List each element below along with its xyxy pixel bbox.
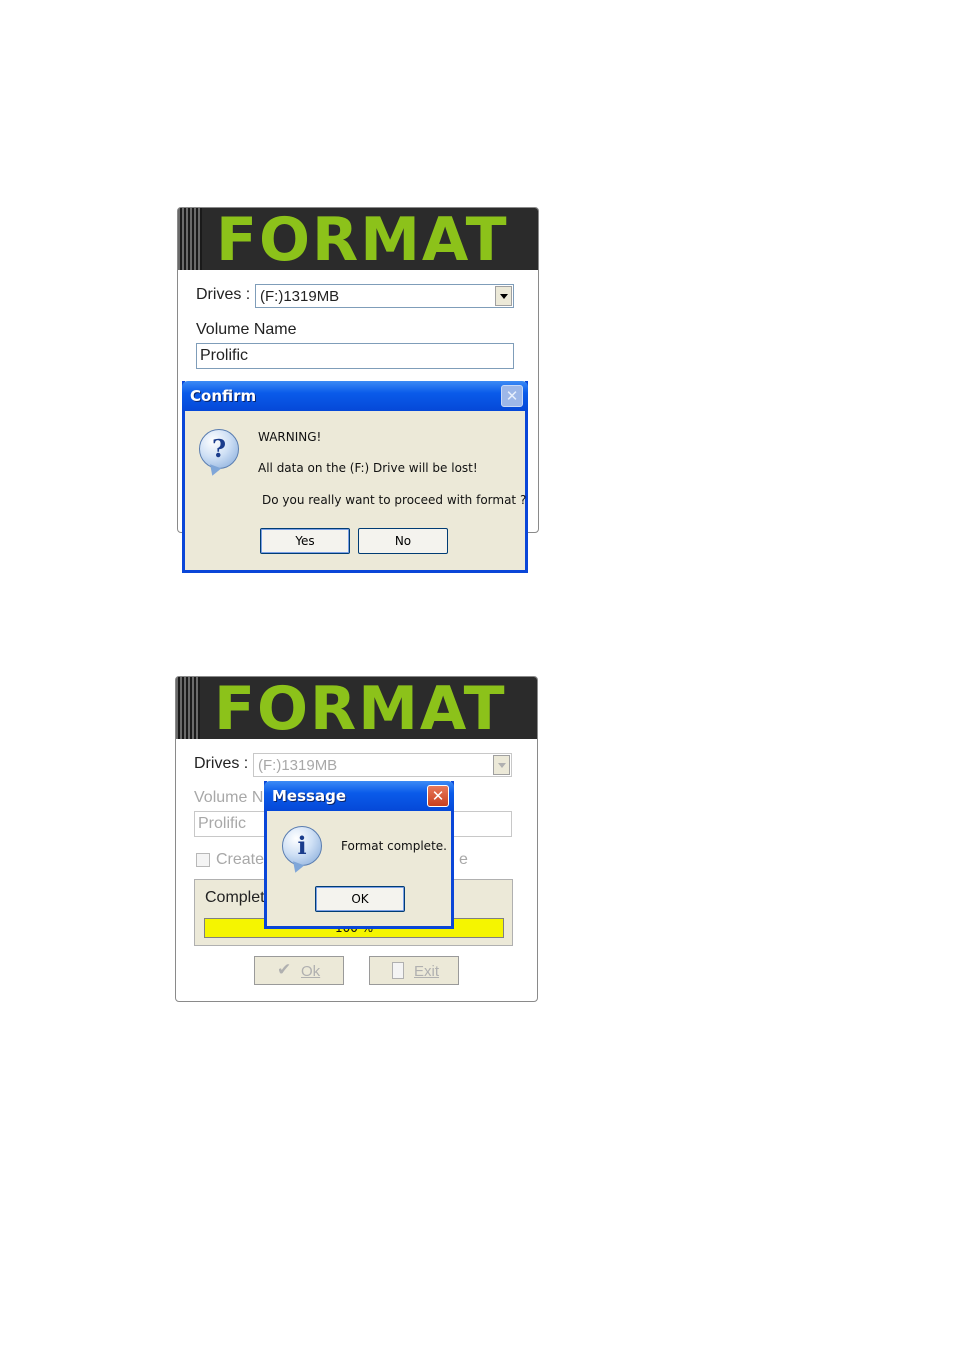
ok-button[interactable]: ✔ Ok bbox=[254, 956, 344, 985]
exit-button[interactable]: Exit bbox=[369, 956, 459, 985]
data-loss-text: All data on the (F:) Drive will be lost! bbox=[258, 461, 478, 475]
complete-label: Complet bbox=[205, 889, 265, 906]
create-checkbox-label: Create bbox=[216, 851, 265, 868]
door-icon bbox=[392, 962, 404, 979]
drive-select[interactable]: (F:)1319MB bbox=[255, 284, 514, 308]
banner-stripes bbox=[178, 208, 202, 270]
volume-name-label: Volume N bbox=[194, 789, 264, 806]
drive-select-value: (F:)1319MB bbox=[260, 288, 340, 305]
ok-dialog-button[interactable]: OK bbox=[315, 886, 405, 912]
volume-name-value: Prolific bbox=[198, 815, 247, 832]
ok-button-label: Ok bbox=[301, 963, 321, 980]
format-banner: FORMAT bbox=[178, 208, 538, 275]
message-titlebar[interactable]: Message ✕ bbox=[264, 781, 454, 811]
question-icon: ? bbox=[199, 429, 239, 469]
message-dialog: Message ✕ i Format complete. OK bbox=[264, 781, 454, 929]
volume-name-value: Prolific bbox=[200, 347, 249, 364]
format-logo: FORMAT bbox=[216, 207, 509, 275]
drives-label: Drives : bbox=[196, 286, 251, 303]
exit-button-label: Exit bbox=[414, 963, 440, 980]
drive-select-value: (F:)1319MB bbox=[258, 757, 338, 774]
message-title: Message bbox=[272, 787, 346, 805]
close-icon[interactable]: ✕ bbox=[427, 785, 449, 807]
close-icon[interactable]: ✕ bbox=[501, 385, 523, 407]
banner-stripes bbox=[176, 677, 200, 739]
format-complete-text: Format complete. bbox=[341, 839, 447, 853]
no-button[interactable]: No bbox=[358, 528, 448, 554]
warning-text: WARNING! bbox=[258, 430, 322, 444]
create-checkbox-label-tail: e bbox=[459, 851, 468, 868]
confirm-titlebar[interactable]: Confirm ✕ bbox=[182, 381, 528, 411]
volume-name-input[interactable]: Prolific bbox=[196, 343, 514, 369]
chevron-down-icon[interactable] bbox=[493, 755, 510, 775]
drive-select[interactable]: (F:)1319MB bbox=[253, 753, 512, 777]
confirm-title: Confirm bbox=[190, 387, 257, 405]
format-logo: FORMAT bbox=[214, 676, 507, 744]
checkmark-icon: ✔ bbox=[277, 960, 292, 979]
confirm-dialog: Confirm ✕ ? WARNING! All data on the (F:… bbox=[182, 381, 528, 573]
create-checkbox[interactable] bbox=[196, 853, 210, 867]
chevron-down-icon[interactable] bbox=[495, 286, 512, 306]
format-banner: FORMAT bbox=[176, 677, 537, 744]
proceed-question-text: Do you really want to proceed with forma… bbox=[262, 493, 527, 507]
info-icon: i bbox=[282, 826, 322, 866]
volume-name-label: Volume Name bbox=[196, 321, 297, 338]
drives-label: Drives : bbox=[194, 755, 249, 772]
yes-button[interactable]: Yes bbox=[260, 528, 350, 554]
